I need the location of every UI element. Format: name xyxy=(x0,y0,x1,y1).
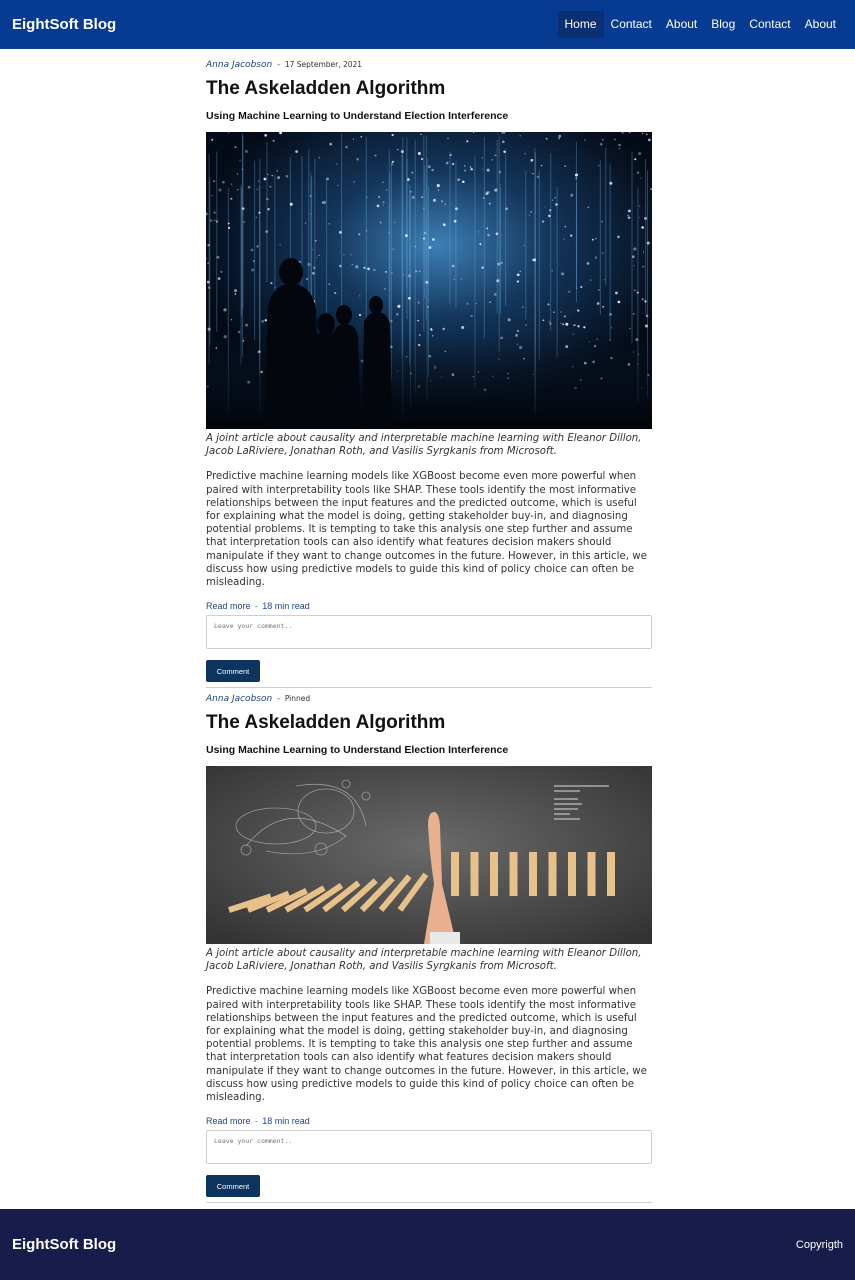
nav-blog[interactable]: Blog xyxy=(704,11,742,38)
nav-about-2[interactable]: About xyxy=(798,11,843,38)
main-nav: Home Contact About Blog Contact About xyxy=(557,11,843,38)
blog-post: Anna Jacobson - Pinned The Askeladden Al… xyxy=(206,694,652,1204)
post-subtitle: Using Machine Learning to Understand Ele… xyxy=(206,110,509,122)
post-date: 17 September, 2021 xyxy=(284,60,363,69)
meta-separator: - xyxy=(277,694,280,703)
pinned-label: Pinned xyxy=(284,694,311,703)
post-hero-image xyxy=(206,132,652,429)
nav-about[interactable]: About xyxy=(659,11,704,38)
read-time: 18 min read xyxy=(262,601,310,612)
post-subtitle: Using Machine Learning to Understand Ele… xyxy=(206,744,509,756)
post-body: Predictive machine learning models like … xyxy=(206,986,647,1104)
read-more-separator: - xyxy=(255,1117,258,1127)
post-body: Predictive machine learning models like … xyxy=(206,471,647,589)
read-time: 18 min read xyxy=(262,1116,310,1127)
post-caption: A joint article about causality and inte… xyxy=(206,433,642,458)
post-divider xyxy=(206,687,652,689)
read-more-separator: - xyxy=(255,602,258,612)
copyright-text: Copyrigth xyxy=(795,1238,843,1251)
meta-separator: - xyxy=(277,60,280,69)
nav-contact[interactable]: Contact xyxy=(604,11,659,38)
nav-contact-2[interactable]: Contact xyxy=(742,11,797,38)
site-brand[interactable]: EightSoft Blog xyxy=(12,16,116,33)
comment-button[interactable]: Comment xyxy=(206,660,260,683)
post-title[interactable]: The Askeladden Algorithm xyxy=(206,712,652,734)
site-footer: EightSoft Blog Copyrigth xyxy=(0,1209,855,1280)
post-hero-image xyxy=(206,766,652,944)
post-caption: A joint article about causality and inte… xyxy=(206,948,642,973)
footer-brand[interactable]: EightSoft Blog xyxy=(12,1236,116,1253)
post-meta: Anna Jacobson - Pinned xyxy=(206,694,652,704)
post-author[interactable]: Anna Jacobson xyxy=(206,694,272,704)
post-author[interactable]: Anna Jacobson xyxy=(206,60,272,70)
post-divider xyxy=(206,1202,652,1204)
top-navbar: EightSoft Blog Home Contact About Blog C… xyxy=(0,0,855,49)
post-title[interactable]: The Askeladden Algorithm xyxy=(206,78,652,100)
blog-post: Anna Jacobson - 17 September, 2021 The A… xyxy=(206,60,652,689)
nav-home[interactable]: Home xyxy=(557,11,604,38)
read-more-link[interactable]: Read more xyxy=(206,1116,251,1126)
read-more-row: Read more - 18 min read xyxy=(206,1116,652,1126)
read-more-row: Read more - 18 min read xyxy=(206,601,652,611)
comment-input[interactable] xyxy=(206,615,652,650)
comment-button[interactable]: Comment xyxy=(206,1175,260,1198)
post-meta: Anna Jacobson - 17 September, 2021 xyxy=(206,60,652,70)
comment-input[interactable] xyxy=(206,1130,652,1165)
read-more-link[interactable]: Read more xyxy=(206,601,251,611)
